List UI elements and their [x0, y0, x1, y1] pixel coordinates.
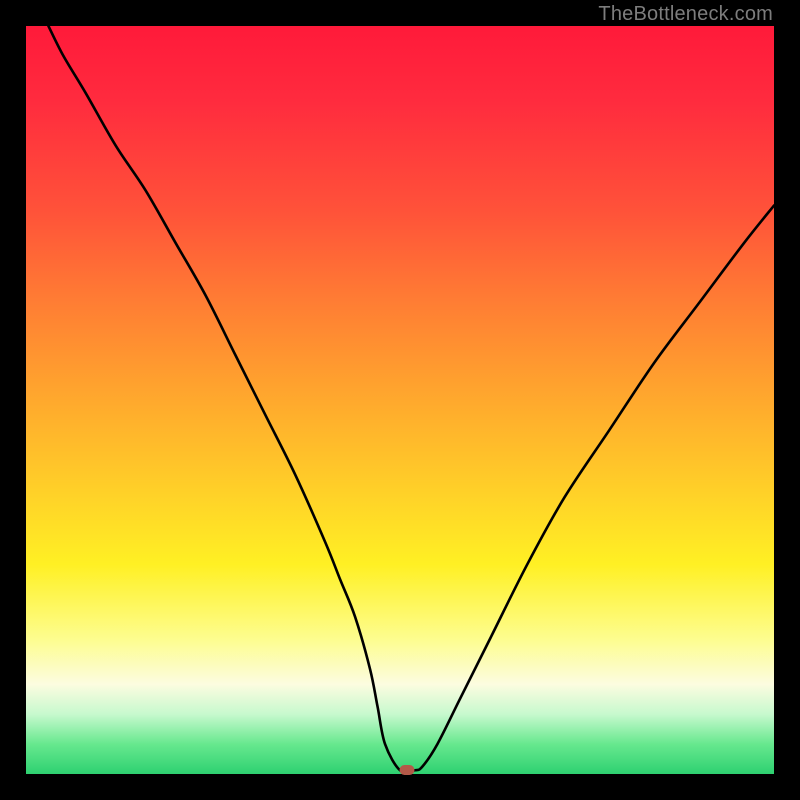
minimum-marker — [400, 765, 415, 775]
watermark-text: TheBottleneck.com — [598, 3, 773, 26]
bottleneck-curve — [48, 26, 774, 772]
chart-frame: TheBottleneck.com — [0, 0, 800, 800]
curve-svg — [26, 26, 774, 774]
plot-area — [26, 26, 774, 774]
